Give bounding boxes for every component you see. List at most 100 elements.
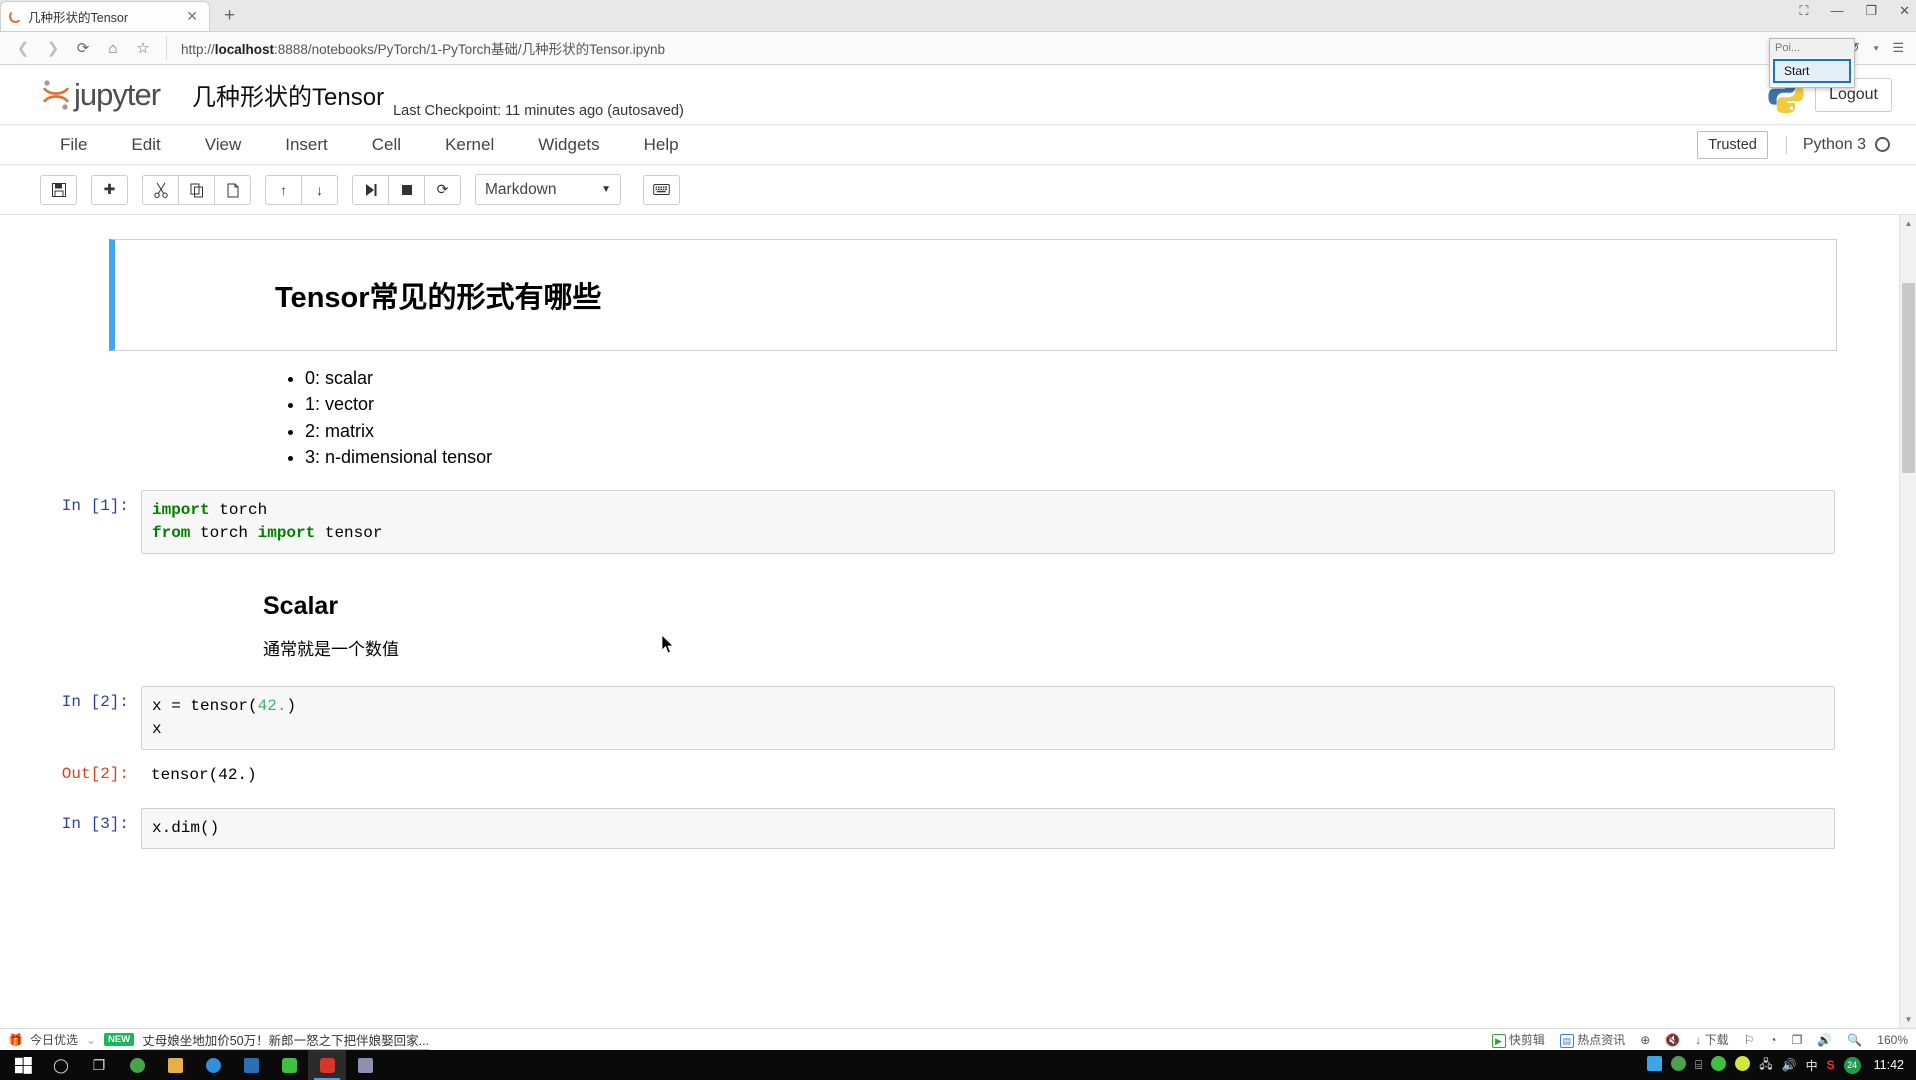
back-icon[interactable]: ❮ bbox=[8, 39, 38, 57]
copy-button[interactable] bbox=[178, 174, 215, 205]
menu-cell[interactable]: Cell bbox=[350, 135, 423, 155]
browser-taskbar-icon[interactable] bbox=[118, 1050, 156, 1080]
code-editor[interactable]: import torch from torch import tensor bbox=[141, 490, 1835, 555]
shield-app-icon[interactable] bbox=[194, 1050, 232, 1080]
volume-icon[interactable]: 🔊 bbox=[1782, 1058, 1797, 1072]
browser-tab[interactable]: 几种形状的Tensor ✕ bbox=[0, 1, 210, 31]
bookmark-star-icon[interactable]: ☆ bbox=[128, 39, 158, 57]
notebook-scroll-area[interactable]: Tensor常见的形式有哪些 0: scalar 1: vector 2: ma… bbox=[0, 215, 1916, 1028]
close-icon[interactable]: ✕ bbox=[183, 8, 201, 25]
kernel-idle-icon bbox=[1875, 137, 1890, 152]
close-window-button[interactable]: ✕ bbox=[1899, 4, 1910, 17]
update-icon[interactable] bbox=[1735, 1056, 1751, 1074]
hot-news-item[interactable]: ▤ 热点资讯 bbox=[1559, 1031, 1625, 1049]
flag-icon[interactable]: ⚐ bbox=[1744, 1033, 1755, 1047]
office-app-icon[interactable] bbox=[232, 1050, 270, 1080]
code-editor[interactable]: x = tensor(42.) x bbox=[141, 686, 1835, 751]
add-icon[interactable]: ⊕ bbox=[1640, 1033, 1650, 1047]
maximize-button[interactable]: ❐ bbox=[1865, 4, 1877, 17]
scroll-up-icon[interactable]: ▲ bbox=[1900, 215, 1916, 232]
reload-icon[interactable]: ⟳ bbox=[68, 39, 98, 57]
move-cell-up-button[interactable]: ↑ bbox=[265, 174, 302, 205]
kernel-indicator[interactable]: Python 3 bbox=[1785, 135, 1890, 154]
cut-button[interactable] bbox=[142, 174, 179, 205]
snipping-tool-icon[interactable] bbox=[346, 1050, 384, 1080]
code-editor[interactable]: x.dim() bbox=[141, 808, 1835, 850]
file-explorer-icon[interactable] bbox=[156, 1050, 194, 1080]
menu-file[interactable]: File bbox=[38, 135, 109, 155]
cortana-search-icon[interactable]: ◯ bbox=[42, 1050, 80, 1080]
search-icon[interactable]: 🔍 bbox=[1847, 1033, 1862, 1047]
tray-browser-icon[interactable] bbox=[1671, 1056, 1687, 1074]
video-editor-item[interactable]: ▶ 快剪辑 bbox=[1491, 1031, 1545, 1049]
notification-count-badge[interactable]: 24 bbox=[1843, 1056, 1861, 1074]
code-cell-2[interactable]: In [2]: x = tensor(42.) x bbox=[51, 686, 1865, 751]
menu-widgets[interactable]: Widgets bbox=[516, 135, 621, 155]
antivirus-shield-icon[interactable] bbox=[1711, 1056, 1727, 1074]
paste-button[interactable] bbox=[214, 174, 251, 205]
trusted-badge[interactable]: Trusted bbox=[1697, 130, 1768, 159]
shield-icon[interactable]: ◔ bbox=[1769, 1033, 1776, 1047]
notebook-title[interactable]: 几种形状的Tensor bbox=[192, 77, 384, 112]
run-cell-button[interactable] bbox=[352, 174, 389, 205]
daily-picks-label[interactable]: 今日优选 bbox=[30, 1031, 78, 1048]
start-button-icon[interactable] bbox=[4, 1056, 42, 1074]
download-item[interactable]: ↓ 下载 bbox=[1695, 1031, 1728, 1048]
tray-app-icon[interactable] bbox=[1647, 1056, 1663, 1074]
scrollbar-thumb[interactable] bbox=[1902, 283, 1915, 473]
move-cell-down-button[interactable]: ↓ bbox=[301, 174, 338, 205]
chevron-down-icon[interactable]: ⌄ bbox=[86, 1033, 96, 1047]
loading-spinner-icon bbox=[9, 10, 22, 23]
chevron-down-icon[interactable]: ▾ bbox=[1874, 43, 1879, 54]
menu-icon[interactable]: ☰ bbox=[1892, 40, 1904, 56]
theme-icon[interactable]: ⛶ bbox=[1799, 4, 1808, 17]
start-button[interactable]: Start bbox=[1773, 59, 1851, 83]
news-badge: NEW bbox=[104, 1033, 135, 1046]
interrupt-kernel-button[interactable] bbox=[388, 174, 425, 205]
url-text: http://localhost:8888/notebooks/PyTorch/… bbox=[181, 42, 665, 57]
menu-kernel[interactable]: Kernel bbox=[423, 135, 516, 155]
statusbar-actions: ▶ 快剪辑 ▤ 热点资讯 ⊕ 🔇 ↓ 下载 ⚐ ◔ ❐ 🔊 🔍 160% bbox=[1491, 1031, 1908, 1049]
menu-view[interactable]: View bbox=[183, 135, 264, 155]
home-icon[interactable]: ⌂ bbox=[98, 40, 128, 57]
jupyter-logo[interactable]: jupyter bbox=[40, 77, 161, 113]
window-split-icon[interactable]: ❐ bbox=[1792, 1033, 1803, 1047]
notebook-cells-container: Tensor常见的形式有哪些 0: scalar 1: vector 2: ma… bbox=[51, 215, 1865, 850]
url-bar[interactable]: http://localhost:8888/notebooks/PyTorch/… bbox=[166, 36, 1768, 60]
menu-help[interactable]: Help bbox=[622, 135, 701, 155]
section-heading-scalar: Scalar bbox=[263, 592, 339, 621]
code-cell-3[interactable]: In [3]: x.dim() bbox=[51, 808, 1865, 850]
usb-icon[interactable]: ⌸ bbox=[1695, 1058, 1702, 1073]
news-headline[interactable]: 丈母娘坐地加价50万！新郎一怒之下把伴娘娶回家... bbox=[142, 1030, 430, 1050]
insert-cell-button[interactable]: ✚ bbox=[91, 174, 128, 205]
vertical-scrollbar[interactable]: ▲ ▼ bbox=[1899, 215, 1916, 1028]
sogou-input-icon[interactable]: S bbox=[1827, 1058, 1835, 1072]
forward-icon[interactable]: ❯ bbox=[38, 39, 68, 57]
save-button[interactable] bbox=[40, 174, 77, 205]
markdown-scalar-cell[interactable]: Scalar 通常就是一个数值 bbox=[263, 592, 1837, 660]
menu-edit[interactable]: Edit bbox=[109, 135, 182, 155]
task-view-icon[interactable]: ❐ bbox=[80, 1050, 118, 1080]
restart-kernel-button[interactable]: ⟳ bbox=[424, 174, 461, 205]
mute-icon[interactable]: 🔇 bbox=[1665, 1033, 1680, 1047]
code-cell-1[interactable]: In [1]: import torch from torch import t… bbox=[51, 490, 1865, 555]
system-tray: ⌸ 🖧 🔊 中 S 24 11:42 bbox=[1647, 1055, 1912, 1076]
ime-indicator[interactable]: 中 bbox=[1806, 1057, 1818, 1074]
cell-type-dropdown[interactable]: Markdown ▼ bbox=[475, 174, 621, 205]
chrome-app-icon[interactable] bbox=[308, 1050, 346, 1080]
taskbar-clock[interactable]: 11:42 bbox=[1874, 1058, 1904, 1072]
list-item: 3: n-dimensional tensor bbox=[305, 444, 1837, 470]
zoom-level[interactable]: 160% bbox=[1877, 1033, 1908, 1047]
new-tab-button[interactable]: + bbox=[224, 5, 235, 27]
markdown-heading-cell[interactable]: Tensor常见的形式有哪些 bbox=[109, 239, 1837, 351]
wechat-app-icon[interactable] bbox=[270, 1050, 308, 1080]
video-icon: ▶ bbox=[1491, 1034, 1506, 1049]
sound-icon[interactable]: 🔊 bbox=[1817, 1033, 1832, 1047]
extension-popup[interactable]: Poi... Start bbox=[1769, 38, 1855, 88]
command-palette-button[interactable] bbox=[643, 174, 680, 205]
menu-insert[interactable]: Insert bbox=[263, 135, 350, 155]
markdown-list-cell[interactable]: 0: scalar 1: vector 2: matrix 3: n-dimen… bbox=[263, 365, 1837, 470]
network-icon[interactable]: 🖧 bbox=[1759, 1055, 1772, 1076]
minimize-button[interactable]: — bbox=[1830, 4, 1843, 17]
scroll-down-icon[interactable]: ▼ bbox=[1900, 1011, 1916, 1028]
